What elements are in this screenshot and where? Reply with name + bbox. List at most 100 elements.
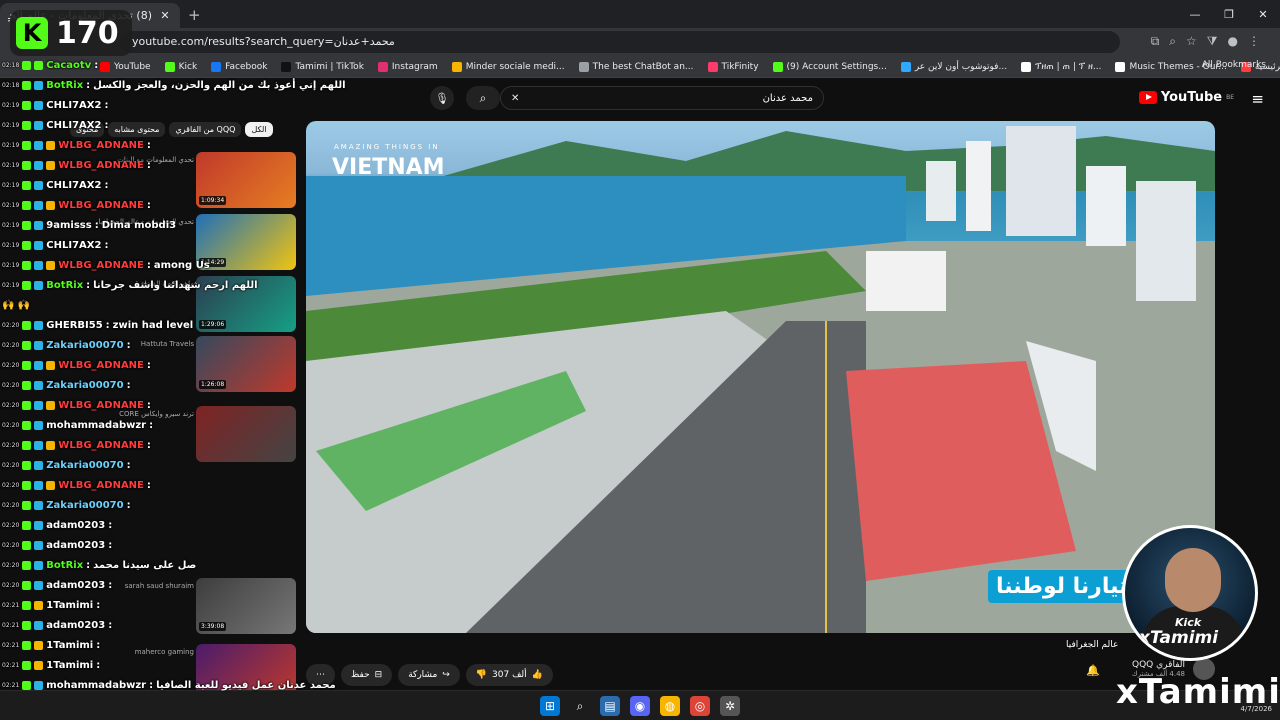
chat-text: Dima mobdi3 — [101, 220, 177, 231]
chat-badge-icon — [22, 401, 32, 410]
subscribe-bell-icon[interactable]: 🔔 — [1086, 664, 1100, 677]
chat-timestamp: 02:19 — [2, 262, 20, 269]
bookmark-item[interactable]: TikFinity — [707, 61, 759, 72]
chat-badge-icon — [22, 221, 32, 230]
bookmark-item[interactable]: (9) Account Settings... — [772, 61, 887, 72]
bookmark-item[interactable]: Minder sociale medi... — [451, 61, 565, 72]
chat-badge-icon — [34, 81, 44, 90]
close-window-button[interactable]: ✕ — [1246, 0, 1280, 28]
all-bookmarks[interactable]: All Bookmarks — [1202, 60, 1266, 70]
settings-icon[interactable]: ✲ — [720, 696, 740, 716]
share-button[interactable]: مشاركة ↪ — [398, 664, 460, 686]
windows-icon[interactable]: ⊞ — [540, 696, 560, 716]
chat-username[interactable]: BotRix — [46, 560, 83, 571]
chat-text: محمد عدنان عمل فيديو للعبة الصافيا — [156, 680, 336, 691]
bookmark-item[interactable]: The best ChatBot an... — [578, 61, 694, 72]
search-icon[interactable]: ⌕ — [466, 86, 500, 110]
chat-username[interactable]: adam0203 — [46, 540, 105, 551]
bookmark-item[interactable]: فوتوشوب أون لاين عر... — [900, 61, 1007, 72]
chat-message: 02:20 Zakaria00070: — [2, 500, 131, 511]
files-icon[interactable]: ▤ — [600, 696, 620, 716]
chat-badge-icon — [34, 161, 44, 170]
voice-search-icon[interactable]: 🎙 — [430, 86, 454, 110]
chat-badge-icon — [34, 61, 44, 70]
chrome-icon[interactable]: ◎ — [690, 696, 710, 716]
chat-username[interactable]: 1Tamimi — [46, 660, 93, 671]
chat-badge-icon — [34, 561, 44, 570]
chat-badge-icon — [22, 241, 32, 250]
chat-username[interactable]: mohammadabwzr — [46, 420, 146, 431]
chat-username[interactable]: BotRix — [46, 80, 83, 91]
extensions-icon[interactable]: ⧩ — [1207, 34, 1218, 49]
chat-text: zwin had level — [112, 320, 194, 331]
bookmark-star-icon[interactable]: ☆ — [1186, 34, 1197, 49]
youtube-logo[interactable]: YouTube BE — [1138, 90, 1234, 105]
chat-username[interactable]: Zakaria00070 — [46, 460, 123, 471]
save-button[interactable]: حفظ ⊟ — [341, 664, 393, 686]
chat-username[interactable]: Zakaria00070 — [46, 380, 123, 391]
like-icon[interactable]: 👍 — [532, 670, 543, 680]
app-icon[interactable]: ◍ — [660, 696, 680, 716]
chat-username[interactable]: WLBG_ADNANE — [58, 360, 144, 371]
chat-username[interactable]: WLBG_ADNANE — [58, 200, 144, 211]
search-icon[interactable]: ⌕ — [570, 696, 590, 716]
new-tab-button[interactable]: + — [188, 6, 201, 24]
minimize-button[interactable]: — — [1178, 0, 1212, 28]
hamburger-menu-icon[interactable]: ≡ — [1251, 90, 1264, 108]
chat-username[interactable]: WLBG_ADNANE — [58, 140, 144, 151]
chat-message: 02:20 WLBG_ADNANE: — [2, 360, 151, 371]
chat-separator: : — [146, 360, 151, 371]
chat-message: 02:19 9amisss: Dima mobdi3 — [2, 220, 176, 231]
chat-username[interactable]: mohammadabwzr — [46, 680, 146, 691]
chat-username[interactable]: Zakaria00070 — [46, 340, 123, 351]
video-player[interactable]: AMAZING THINGS IN VIETNAM — [306, 121, 1215, 633]
chat-username[interactable]: adam0203 — [46, 520, 105, 531]
chat-username[interactable]: BotRix — [46, 280, 83, 291]
clear-search-icon[interactable]: ✕ — [511, 93, 519, 104]
chat-timestamp: 02:20 — [2, 402, 20, 409]
chat-username[interactable]: CHLI7AX2 — [46, 120, 101, 131]
chat-badge-icon — [22, 481, 32, 490]
address-bar[interactable]: youtube.com/results?search_query=محمد+عد… — [120, 31, 1120, 53]
chat-message: 02:19 CHLI7AX2: — [2, 180, 108, 191]
search-input[interactable]: ✕ محمد عدنان — [500, 86, 824, 110]
chat-username[interactable]: GHERBI55 — [46, 320, 102, 331]
chat-username[interactable]: CHLI7AX2 — [46, 240, 101, 251]
chat-username[interactable]: 1Tamimi — [46, 600, 93, 611]
bookmark-item[interactable]: ፕዘጠ | ጠ | ፕ ዘ... — [1021, 61, 1101, 72]
chat-timestamp: 02:20 — [2, 362, 20, 369]
chat-username[interactable]: WLBG_ADNANE — [58, 160, 144, 171]
chat-username[interactable]: adam0203 — [46, 580, 105, 591]
chat-badge-icon — [22, 421, 32, 430]
like-dislike-button[interactable]: 👎 307 ألف 👍 — [465, 664, 553, 686]
chat-username[interactable]: WLBG_ADNANE — [58, 260, 144, 271]
install-icon[interactable]: ⧉ — [1151, 34, 1160, 49]
chat-badge-icon — [34, 401, 44, 410]
chat-badge-icon — [22, 141, 32, 150]
discord-icon[interactable]: ◉ — [630, 696, 650, 716]
profile-icon[interactable]: ● — [1228, 34, 1238, 49]
chat-message: 02:19 WLBG_ADNANE: among Us — [2, 260, 210, 271]
dislike-icon[interactable]: 👎 — [476, 670, 487, 680]
bookmark-favicon-icon — [772, 61, 783, 72]
chat-timestamp: 02:21 — [2, 602, 20, 609]
chat-username[interactable]: WLBG_ADNANE — [58, 400, 144, 411]
region-code: BE — [1226, 94, 1234, 101]
chat-username[interactable]: CHLI7AX2 — [46, 100, 101, 111]
zoom-icon[interactable]: ⌕ — [1169, 34, 1176, 49]
chat-username[interactable]: WLBG_ADNANE — [58, 480, 144, 491]
chat-username[interactable]: 9amisss — [46, 220, 91, 231]
chat-username[interactable]: adam0203 — [46, 620, 105, 631]
chat-username[interactable]: 1Tamimi — [46, 640, 93, 651]
chat-username[interactable]: Zakaria00070 — [46, 500, 123, 511]
tab-close-icon[interactable]: ✕ — [158, 9, 172, 22]
chat-username[interactable]: WLBG_ADNANE — [58, 440, 144, 451]
chat-badge-icon — [34, 681, 44, 690]
maximize-button[interactable]: ❐ — [1212, 0, 1246, 28]
chat-badge-icon — [34, 101, 44, 110]
chat-username[interactable]: Cacaotv — [46, 60, 91, 71]
chat-username[interactable]: CHLI7AX2 — [46, 180, 101, 191]
browser-menu-icon[interactable]: ⋮ — [1248, 34, 1260, 49]
bookmark-item[interactable]: Instagram — [377, 61, 438, 72]
chat-timestamp: 02:20 — [2, 422, 20, 429]
